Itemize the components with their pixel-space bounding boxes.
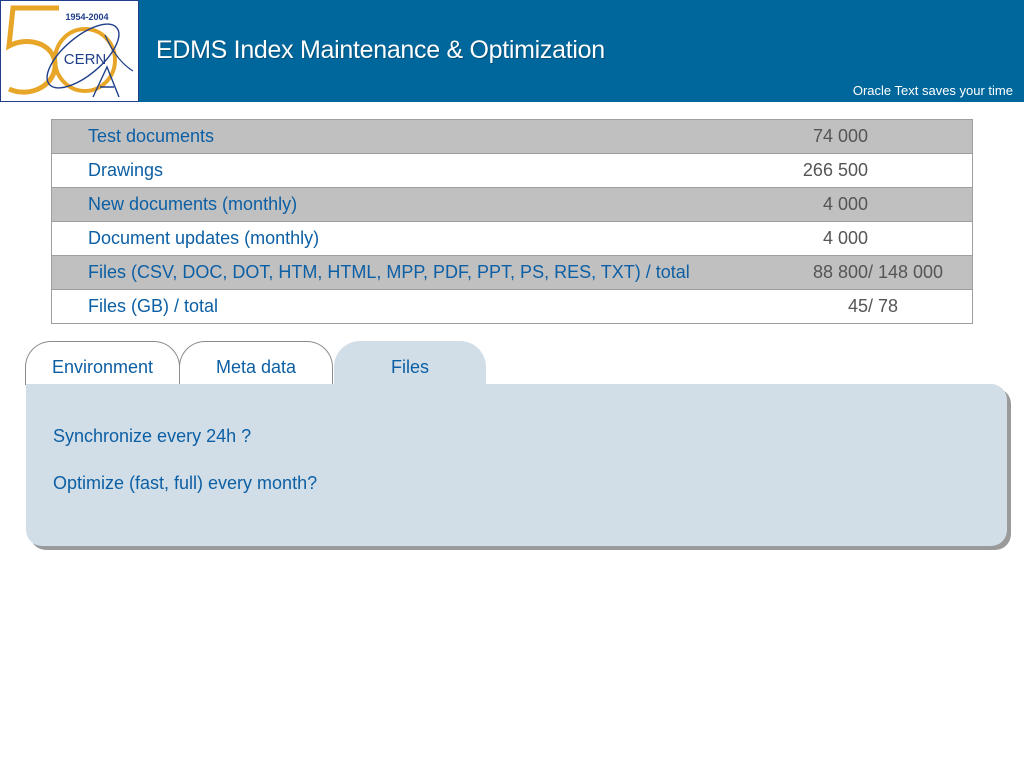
tab-files[interactable]: Files <box>334 341 486 387</box>
cern-50-logo: 1954-2004 CERN <box>0 0 139 102</box>
row-label: New documents (monthly) <box>51 187 748 222</box>
row-label: Files (GB) / total <box>51 289 748 324</box>
panel-line: Synchronize every 24h ? <box>53 426 252 446</box>
table-row: Test documents 74 000 <box>51 119 973 154</box>
row-label: Test documents <box>51 119 748 154</box>
logo-years: 1954-2004 <box>65 12 108 22</box>
row-value: 88 800 <box>748 255 868 290</box>
row-value: 45 <box>748 289 868 324</box>
row-total <box>868 153 973 188</box>
header-bar: 1954-2004 CERN EDMS Index Maintenance & … <box>0 0 1024 102</box>
tab-environment[interactable]: Environment <box>25 341 180 385</box>
table-row: Document updates (monthly) 4 000 <box>51 221 973 256</box>
row-label: Files (CSV, DOC, DOT, HTM, HTML, MPP, PD… <box>51 255 748 290</box>
table-row: Drawings 266 500 <box>51 153 973 188</box>
row-label: Document updates (monthly) <box>51 221 748 256</box>
table-row: New documents (monthly) 4 000 <box>51 187 973 222</box>
tab-panel-files: Synchronize every 24h ? Optimize (fast, … <box>26 384 1007 546</box>
row-total: / 78 <box>868 289 973 324</box>
table-row: Files (GB) / total 45 / 78 <box>51 289 973 324</box>
row-label: Drawings <box>51 153 748 188</box>
tab-meta-data[interactable]: Meta data <box>179 341 333 385</box>
logo-name: CERN <box>64 51 107 68</box>
panel-line: Optimize (fast, full) every month? <box>53 473 318 493</box>
row-total <box>868 119 973 154</box>
page-title: EDMS Index Maintenance & Optimization <box>156 36 605 64</box>
row-value: 4 000 <box>748 221 868 256</box>
row-value: 74 000 <box>748 119 868 154</box>
tagline: Oracle Text saves your time <box>852 83 1013 98</box>
row-value: 4 000 <box>748 187 868 222</box>
row-value: 266 500 <box>748 153 868 188</box>
row-total <box>868 221 973 256</box>
row-total: / 148 000 <box>868 255 973 290</box>
row-total <box>868 187 973 222</box>
table-row: Files (CSV, DOC, DOT, HTM, HTML, MPP, PD… <box>51 255 973 290</box>
stats-table: Test documents 74 000 Drawings 266 500 N… <box>51 119 973 324</box>
